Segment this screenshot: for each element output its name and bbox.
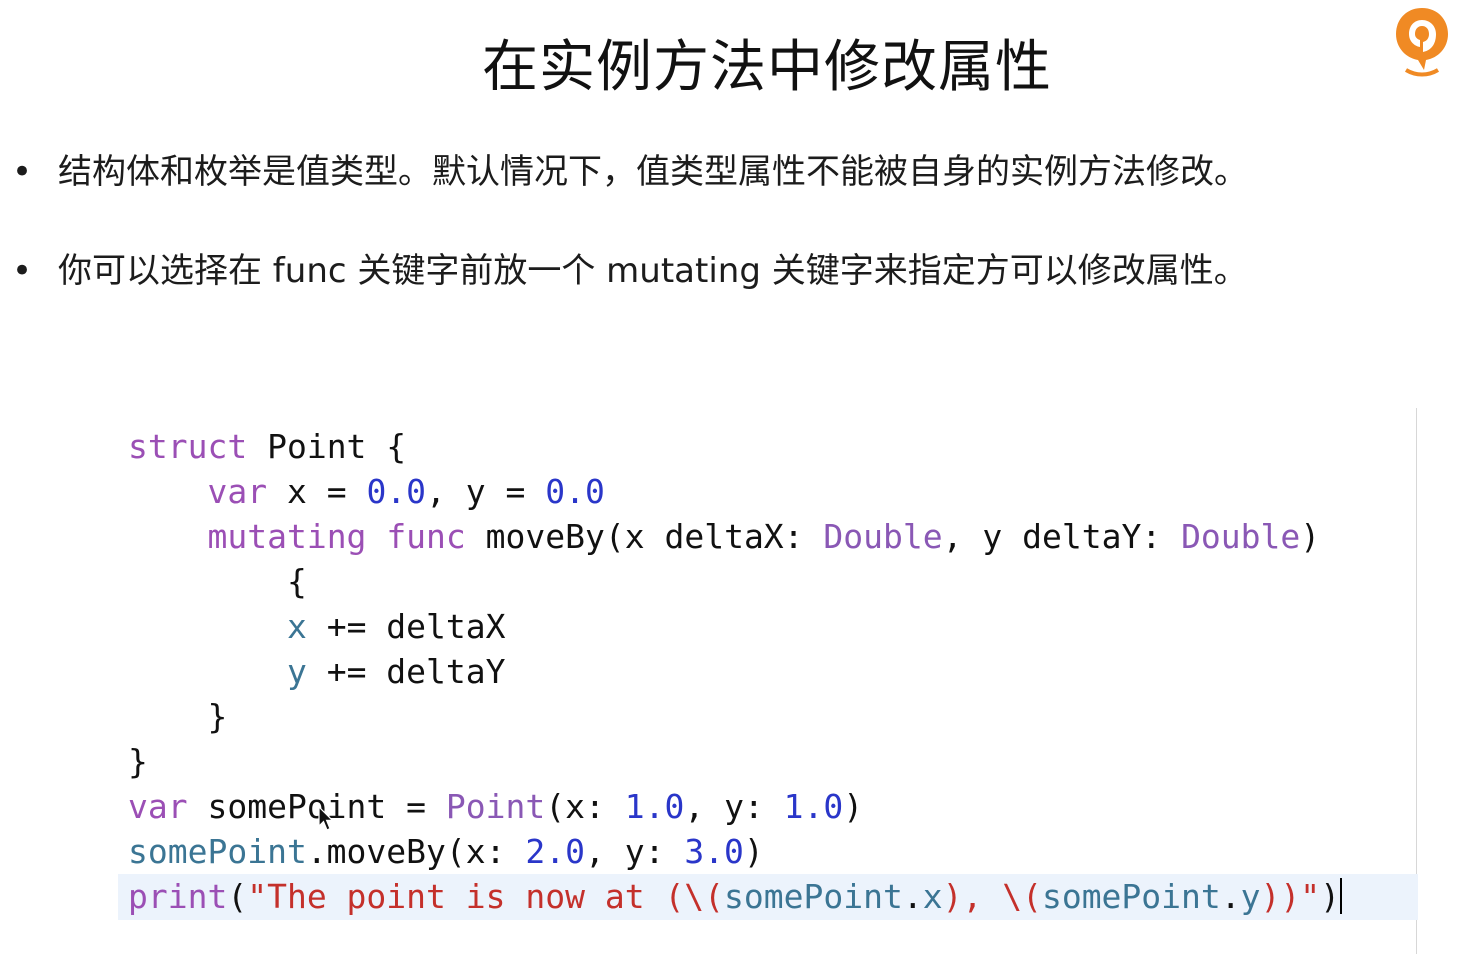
code-line: var x = 0.0, y = 0.0 [128, 469, 1342, 514]
code-token: ( [227, 877, 248, 916]
code-line: y += deltaY [128, 649, 1342, 694]
code-token: { [128, 562, 307, 601]
code-token: ) [743, 832, 764, 871]
editor-divider [1416, 408, 1417, 954]
code-line: struct Point { [128, 424, 1342, 469]
code-token: , y: [584, 832, 685, 871]
keyword-token: func [386, 517, 466, 556]
bullet-item-1: • 结构体和枚举是值类型。默认情况下，值类型属性不能被自身的实例方法修改。 [12, 150, 1248, 194]
code-token: ) [843, 787, 864, 826]
number-token: 3.0 [684, 832, 744, 871]
code-token: } [128, 697, 228, 736]
code-line: mutating func moveBy(x deltaX: Double, y… [128, 514, 1342, 559]
number-token: 2.0 [525, 832, 585, 871]
type-token: Double [823, 517, 943, 556]
property-token: x [286, 607, 307, 646]
brand-logo-icon [1396, 8, 1448, 77]
code-token: , y deltaY: [942, 517, 1182, 556]
property-token: y [1240, 877, 1261, 916]
bullet-marker: • [12, 152, 33, 192]
property-token: x [922, 877, 943, 916]
code-token: ) [1300, 517, 1321, 556]
code-token: += deltaY [306, 652, 506, 691]
string-token: "The point is now at (\( [247, 877, 725, 916]
keyword-token: var [128, 787, 188, 826]
number-token: 0.0 [366, 472, 427, 511]
code-token: moveBy(x deltaX: [465, 517, 824, 556]
string-token: ))" [1260, 877, 1321, 916]
code-token: Point { [247, 427, 407, 466]
property-token: somePoint [1041, 877, 1221, 916]
code-line-current: print("The point is now at (\(somePoint.… [128, 874, 1342, 919]
code-line: var somePoint = Point(x: 1.0, y: 1.0) [128, 784, 1342, 829]
code-token: .moveBy(x: [306, 832, 526, 871]
property-token: somePoint [128, 832, 307, 871]
slide-title: 在实例方法中修改属性 [482, 35, 1052, 100]
function-token: print [128, 877, 228, 916]
code-editor[interactable]: struct Point { var x = 0.0, y = 0.0 muta… [128, 424, 1342, 919]
keyword-token: struct [128, 427, 248, 466]
code-token: } [128, 742, 148, 781]
code-line: } [128, 739, 1342, 784]
slide: 在实例方法中修改属性 • 结构体和枚举是值类型。默认情况下，值类型属性不能被自身的… [0, 0, 1464, 966]
property-token: somePoint [724, 877, 903, 916]
code-token: ) [1320, 877, 1340, 916]
mouse-pointer-icon [318, 806, 334, 831]
code-token: , y = [426, 472, 546, 511]
code-line: } [128, 694, 1342, 739]
code-token: . [902, 877, 923, 916]
code-line: { [128, 559, 1342, 604]
bullet-marker: • [12, 251, 33, 291]
number-token: 1.0 [783, 787, 844, 826]
code-token: . [1220, 877, 1241, 916]
code-token: += deltaX [306, 607, 506, 646]
bullet-text: 你可以选择在 func 关键字前放一个 mutating 关键字来指定方可以修改… [58, 251, 1248, 291]
code-token: , y: [684, 787, 784, 826]
type-token: Point [445, 787, 546, 826]
text-caret [1340, 878, 1342, 914]
keyword-token: mutating [207, 517, 367, 556]
type-token: Double [1181, 517, 1301, 556]
number-token: 0.0 [545, 472, 605, 511]
bullet-item-2: • 你可以选择在 func 关键字前放一个 mutating 关键字来指定方可以修… [12, 249, 1248, 293]
keyword-token: var [207, 472, 268, 511]
code-token: x = [267, 472, 367, 511]
code-line: somePoint.moveBy(x: 2.0, y: 3.0) [128, 829, 1342, 874]
number-token: 1.0 [624, 787, 685, 826]
bullet-text: 结构体和枚举是值类型。默认情况下，值类型属性不能被自身的实例方法修改。 [58, 152, 1248, 192]
property-token: y [286, 652, 307, 691]
code-token: (x: [545, 787, 625, 826]
code-token: somePoint = [187, 787, 446, 826]
string-token: ), \( [942, 877, 1042, 916]
code-line: x += deltaX [128, 604, 1342, 649]
